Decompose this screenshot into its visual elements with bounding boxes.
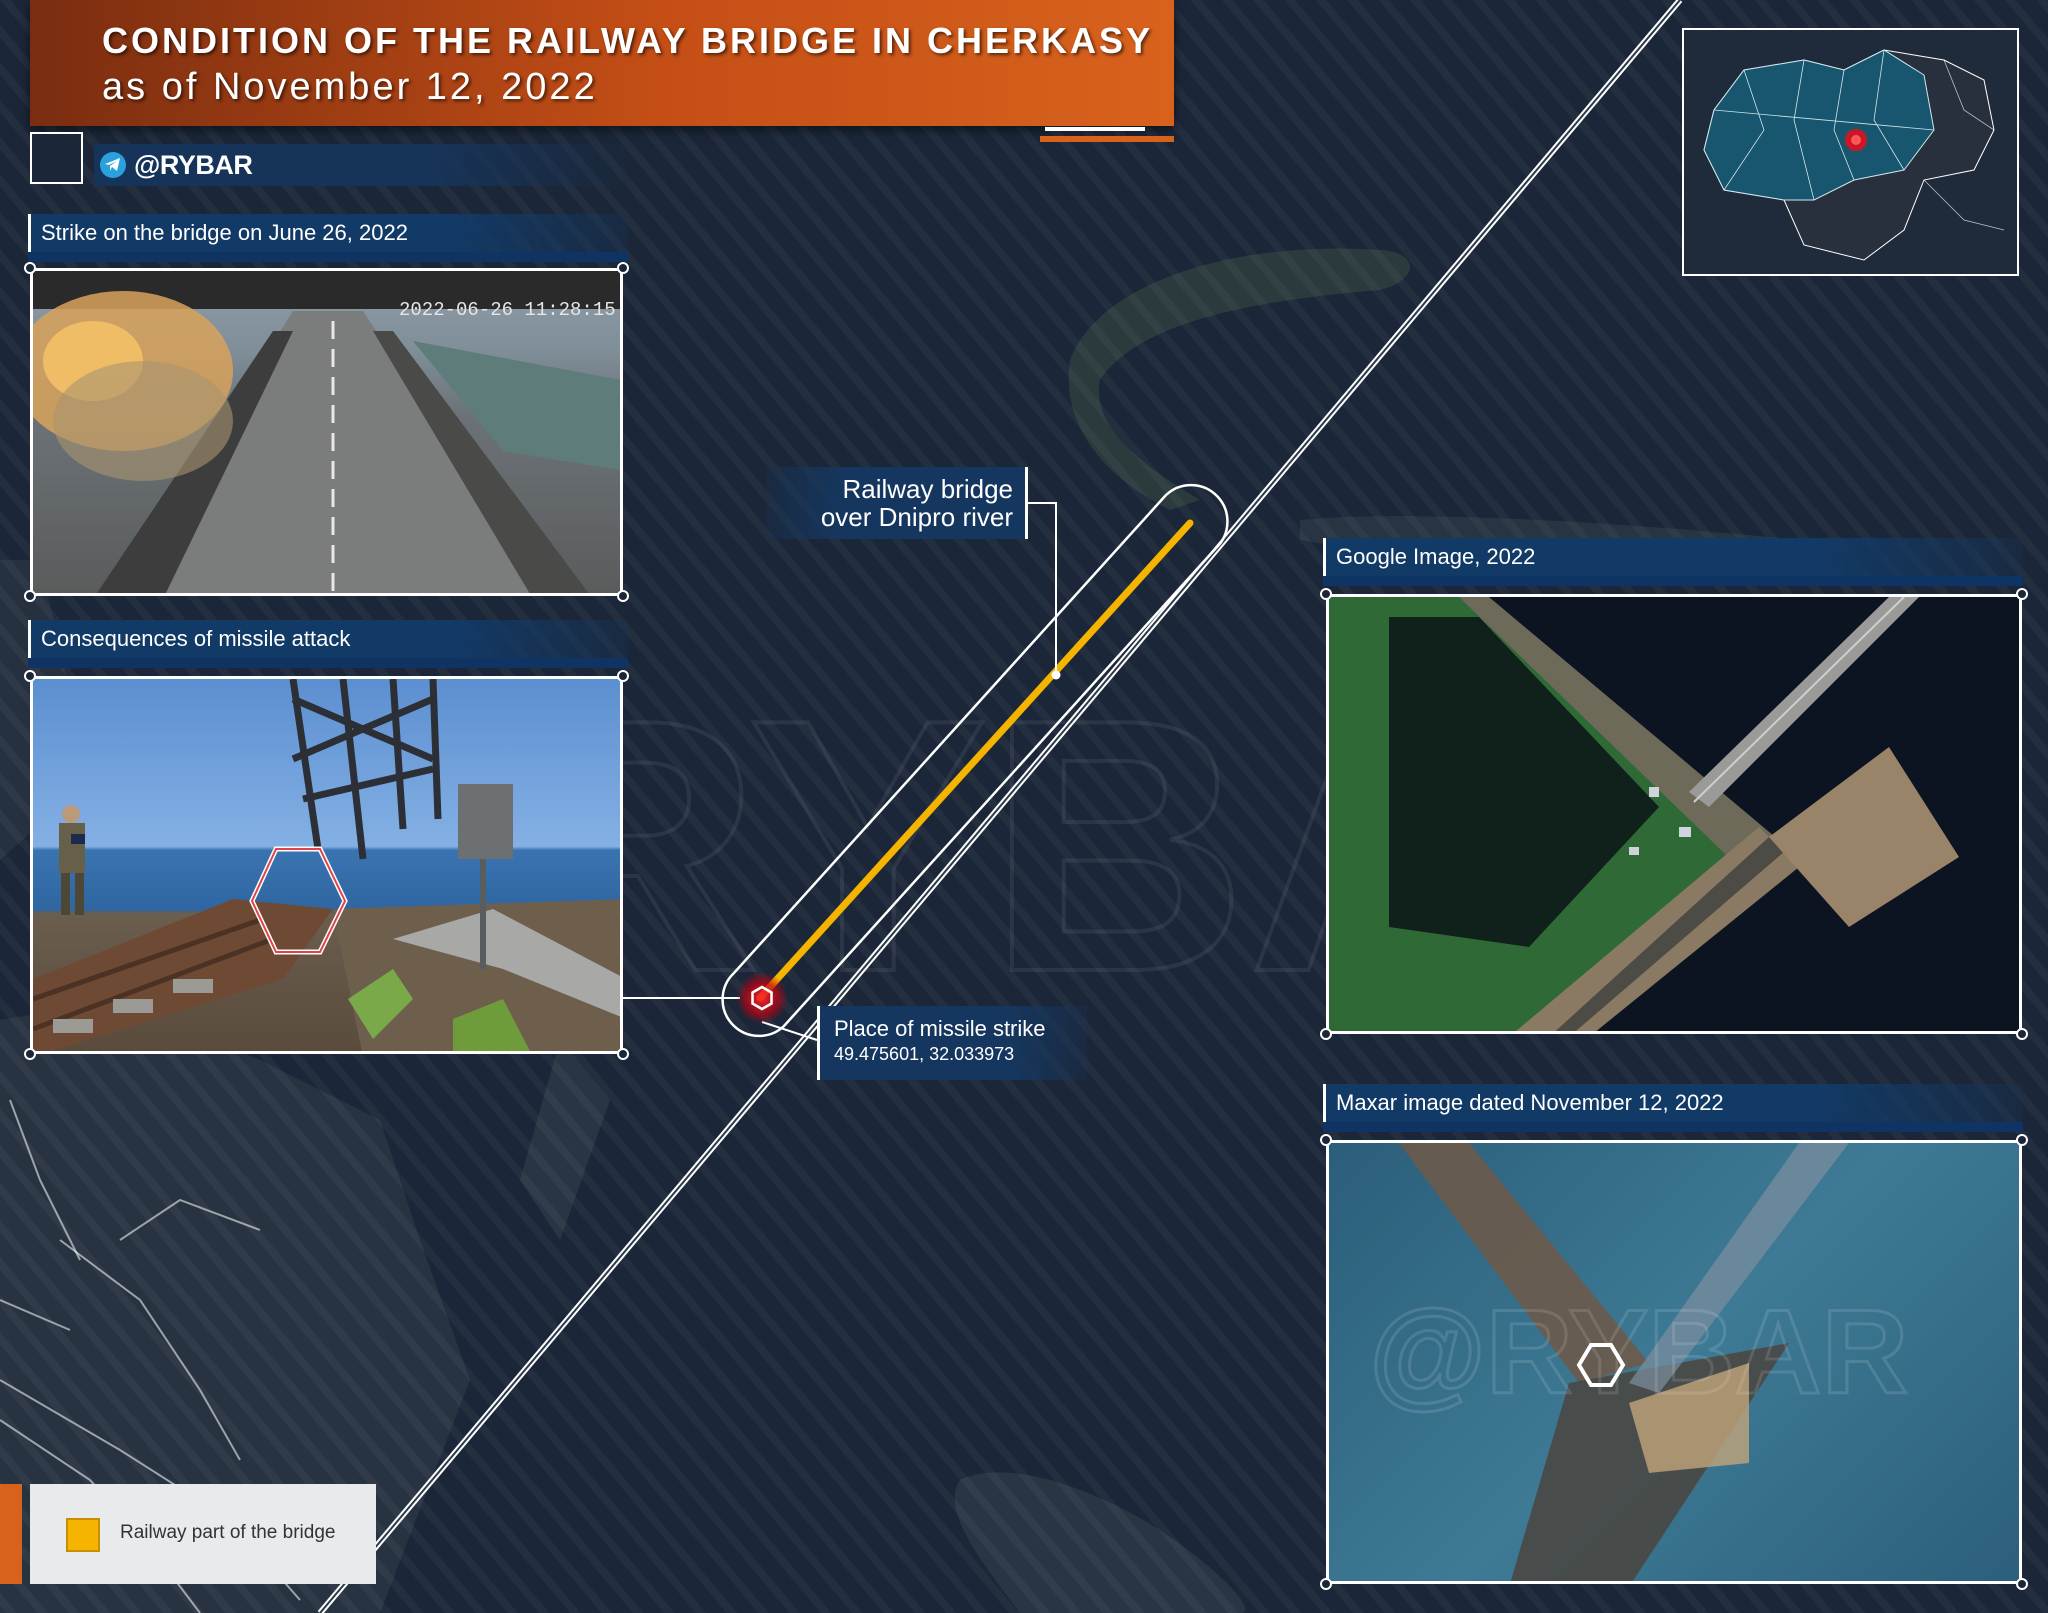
missile-strike-coords: 49.475601, 32.033973 [834, 1044, 1015, 1064]
corner-handle [617, 590, 629, 602]
corner-handle [1320, 588, 1332, 600]
corner-handle [1320, 1578, 1332, 1590]
railway-bridge-callout-line2: over Dnipro river [820, 502, 1013, 532]
railway-bridge-callout-line1: Railway bridge [842, 474, 1013, 504]
strike-panel-label-text: Strike on the bridge on June 26, 2022 [41, 220, 408, 245]
corner-handle [617, 670, 629, 682]
corner-handle [1320, 1134, 1332, 1146]
strike-photo-scene: 2022-06-26 11:28:15 [33, 271, 620, 593]
corner-handle [24, 1048, 36, 1060]
corner-handle [1320, 1028, 1332, 1040]
consequences-panel-label-text: Consequences of missile attack [41, 626, 351, 651]
consequences-panel-label: Consequences of missile attack [28, 620, 628, 658]
maxar-panel-label-text: Maxar image dated November 12, 2022 [1336, 1090, 1724, 1115]
title-accent-line [1045, 127, 1145, 131]
brand-strip[interactable]: @RYBAR [94, 144, 634, 186]
ukraine-inset-map [1682, 28, 2019, 276]
corner-handle [2016, 1134, 2028, 1146]
dashcam-timestamp: 2022-06-26 11:28:15 [399, 299, 616, 321]
corner-handle [2016, 1578, 2028, 1590]
consequences-photo-scene [33, 679, 620, 1051]
corner-handle [617, 1048, 629, 1060]
legend-label-railway: Railway part of the bridge [120, 1522, 336, 1543]
maxar-watermark: @RYBAR [1369, 1285, 1908, 1419]
corner-handle [617, 262, 629, 274]
telegram-icon [100, 152, 126, 178]
inset-map-scene [1684, 30, 2017, 274]
missile-strike-title: Place of missile strike [834, 1016, 1046, 1041]
consequences-photo [30, 676, 623, 1054]
legend-swatch-railway [66, 1518, 100, 1552]
corner-handle [2016, 1028, 2028, 1040]
consequences-panel-underbar [28, 658, 628, 668]
title-banner: CONDITION OF THE RAILWAY BRIDGE IN CHERK… [30, 0, 1174, 126]
maxar-panel-label: Maxar image dated November 12, 2022 [1323, 1084, 2023, 1122]
maxar-panel-underbar [1323, 1122, 2023, 1132]
page-title: CONDITION OF THE RAILWAY BRIDGE IN CHERK… [102, 20, 1154, 61]
strike-panel-label: Strike on the bridge on June 26, 2022 [28, 214, 628, 252]
strike-panel-underbar [28, 252, 628, 262]
corner-handle [24, 590, 36, 602]
strike-dashcam-photo: 2022-06-26 11:28:15 [30, 268, 623, 596]
corner-handle [2016, 588, 2028, 600]
railway-bridge-callout: Railway bridge over Dnipro river [766, 467, 1028, 539]
google-image-scene [1329, 597, 2019, 1031]
google-satellite-image [1326, 594, 2022, 1034]
maxar-satellite-image: @RYBAR [1326, 1140, 2022, 1584]
legend-accent [0, 1484, 22, 1584]
google-panel-label: Google Image, 2022 [1323, 538, 2023, 576]
google-panel-label-text: Google Image, 2022 [1336, 544, 1536, 569]
legend: Railway part of the bridge [30, 1484, 376, 1584]
maxar-image-scene: @RYBAR [1368, 1143, 1910, 1581]
missile-strike-callout: Place of missile strike 49.475601, 32.03… [817, 1006, 1087, 1080]
logo-frame [30, 132, 83, 184]
google-panel-underbar [1323, 576, 2023, 586]
brand-handle: @RYBAR [134, 150, 253, 180]
corner-handle [24, 262, 36, 274]
corner-handle [24, 670, 36, 682]
title-accent-bar [1040, 136, 1174, 142]
page-subtitle: as of November 12, 2022 [102, 66, 598, 108]
